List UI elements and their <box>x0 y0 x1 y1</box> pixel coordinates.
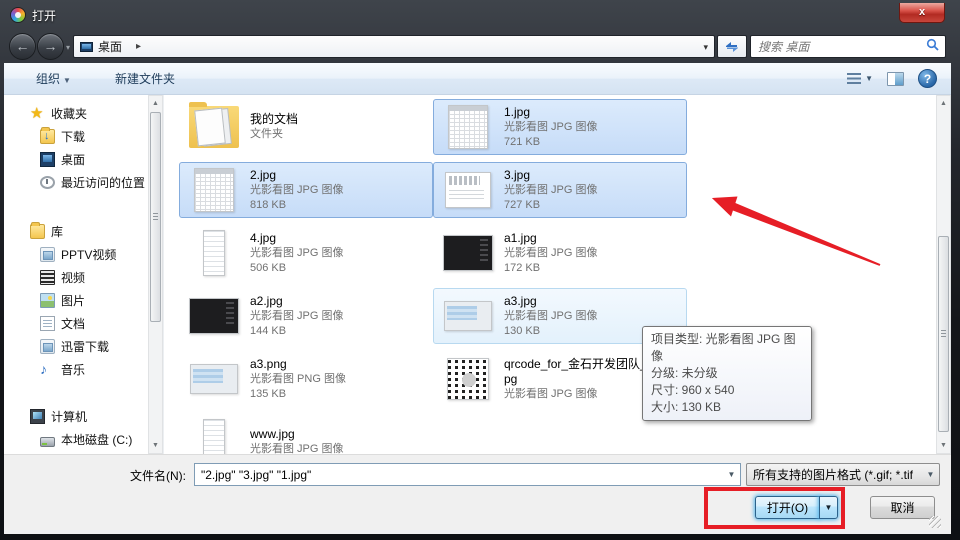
file-list: 我的文档文件夹 1.jpg光影看图 JPG 图像721 KB 2.jpg光影看图… <box>163 95 936 454</box>
desktop-icon <box>40 152 55 167</box>
tooltip-item-type: 项目类型: 光影看图 JPG 图像 <box>651 331 803 365</box>
preview-pane-button[interactable] <box>887 72 904 86</box>
library-icon <box>40 339 55 354</box>
computer-icon <box>30 409 45 424</box>
list-item-4-jpg[interactable]: 4.jpg光影看图 JPG 图像506 KB <box>179 225 433 281</box>
open-split-dropdown[interactable]: ▼ <box>819 496 838 519</box>
list-item-a3-png[interactable]: a3.png光影看图 PNG 图像135 KB <box>179 351 433 407</box>
libraries-icon <box>30 224 45 239</box>
open-button[interactable]: 打开(O) <box>755 496 819 519</box>
change-view-button[interactable]: ▼ <box>847 73 873 84</box>
search-box[interactable] <box>750 35 946 58</box>
music-note-icon: ♪ <box>40 362 55 377</box>
forward-button[interactable]: → <box>37 33 64 60</box>
scroll-up-icon[interactable]: ▲ <box>149 96 162 111</box>
sidebar-item-music[interactable]: ♪音乐 <box>4 358 148 381</box>
search-input[interactable] <box>751 40 926 54</box>
list-item-a2-jpg[interactable]: a2.jpg光影看图 JPG 图像144 KB <box>179 288 433 344</box>
sidebar-item-computer[interactable]: 计算机 <box>4 405 148 428</box>
recent-places-icon <box>40 176 55 189</box>
cancel-button[interactable]: 取消 <box>870 496 935 519</box>
star-icon: ★ <box>30 106 45 121</box>
chevron-down-icon: ▼ <box>922 470 939 479</box>
download-folder-icon <box>40 129 55 144</box>
filename-input[interactable] <box>195 464 723 485</box>
app-icon <box>10 7 26 23</box>
scroll-down-icon[interactable]: ▼ <box>149 438 162 453</box>
list-item-3-jpg[interactable]: 3.jpg光影看图 JPG 图像727 KB <box>433 162 687 218</box>
tooltip-dimensions: 尺寸: 960 x 540 <box>651 382 803 399</box>
command-bar: 组织▼ 新建文件夹 ▼ ? <box>4 63 951 95</box>
image-thumbnail <box>444 301 492 331</box>
video-icon <box>40 270 55 285</box>
address-dropdown-icon[interactable]: ▾ <box>703 42 708 53</box>
new-folder-button[interactable]: 新建文件夹 <box>107 66 183 91</box>
sidebar-item-local-disk-c[interactable]: 本地磁盘 (C:) <box>4 428 148 451</box>
file-list-scrollbar[interactable]: ▲ ▼ <box>936 95 951 454</box>
list-item-my-documents[interactable]: 我的文档文件夹 <box>179 99 433 155</box>
refresh-button[interactable] <box>717 35 747 58</box>
organize-button[interactable]: 组织▼ <box>28 66 79 91</box>
sidebar-item-videos[interactable]: 视频 <box>4 266 148 289</box>
tooltip-size: 大小: 130 KB <box>651 399 803 416</box>
file-info-tooltip: 项目类型: 光影看图 JPG 图像 分级: 未分级 尺寸: 960 x 540 … <box>642 326 812 421</box>
tooltip-rating: 分级: 未分级 <box>651 365 803 382</box>
window-title: 打开 <box>32 7 56 24</box>
disk-drive-icon <box>40 437 55 447</box>
image-thumbnail <box>443 235 493 271</box>
sidebar-item-favorites[interactable]: ★收藏夹 <box>4 102 148 125</box>
scroll-up-icon[interactable]: ▲ <box>937 96 950 111</box>
list-item-1-jpg[interactable]: 1.jpg光影看图 JPG 图像721 KB <box>433 99 687 155</box>
image-thumbnail <box>448 105 488 149</box>
sidebar-item-downloads[interactable]: 下载 <box>4 125 148 148</box>
filename-label: 文件名(N): <box>130 467 186 484</box>
image-thumbnail <box>203 230 225 276</box>
library-icon <box>40 247 55 262</box>
image-thumbnail <box>190 364 238 394</box>
list-item-2-jpg[interactable]: 2.jpg光影看图 JPG 图像818 KB <box>179 162 433 218</box>
filetype-select[interactable]: 所有支持的图片格式 (*.gif; *.tif ▼ <box>746 463 940 486</box>
recent-pages-dropdown-icon[interactable]: ▾ <box>66 43 70 52</box>
list-item-a1-jpg[interactable]: a1.jpg光影看图 JPG 图像172 KB <box>433 225 687 281</box>
resize-grip-icon[interactable] <box>929 516 941 528</box>
sidebar-scrollbar[interactable]: ▲ ▼ <box>148 95 163 454</box>
image-thumbnail <box>445 172 491 208</box>
breadcrumb-location[interactable]: 桌面 <box>98 38 122 55</box>
sidebar-item-documents[interactable]: 文档 <box>4 312 148 335</box>
desktop-icon <box>80 42 93 52</box>
dialog-footer: 文件名(N): ▼ 所有支持的图片格式 (*.gif; *.tif ▼ 打开(O… <box>4 454 951 534</box>
title-bar: 打开 x <box>0 0 960 30</box>
chevron-right-icon[interactable]: ▸ <box>136 41 141 52</box>
sidebar-item-thunder-downloads[interactable]: 迅雷下载 <box>4 335 148 358</box>
sidebar-item-recent-places[interactable]: 最近访问的位置 <box>4 171 148 194</box>
sidebar-item-libraries[interactable]: 库 <box>4 220 148 243</box>
breadcrumb[interactable]: 桌面 ▸ ▾ <box>73 35 715 58</box>
scroll-down-icon[interactable]: ▼ <box>937 438 950 453</box>
sidebar-item-desktop[interactable]: 桌面 <box>4 148 148 171</box>
document-icon <box>40 316 55 331</box>
close-button[interactable]: x <box>899 3 945 23</box>
open-file-dialog: 打开 x ← → ▾ 桌面 ▸ ▾ 组织▼ 新建文件夹 ▼ ? <box>0 0 960 540</box>
image-thumbnail <box>194 168 234 212</box>
search-icon <box>926 38 939 56</box>
scrollbar-thumb[interactable] <box>938 236 949 432</box>
back-button[interactable]: ← <box>9 33 36 60</box>
list-view-icon <box>847 73 861 84</box>
chevron-down-icon: ▼ <box>63 76 71 85</box>
navigation-pane: ★收藏夹 下载 桌面 最近访问的位置 库 PPTV视频 视频 图片 文档 迅雷下… <box>4 95 148 454</box>
folder-thumbnail <box>189 106 239 148</box>
sidebar-item-pictures[interactable]: 图片 <box>4 289 148 312</box>
image-thumbnail <box>189 298 239 334</box>
help-button[interactable]: ? <box>918 69 937 88</box>
filename-combo[interactable]: ▼ <box>194 463 741 486</box>
chevron-down-icon: ▼ <box>865 74 873 83</box>
chevron-down-icon[interactable]: ▼ <box>723 464 740 485</box>
qr-code-thumbnail <box>447 358 489 400</box>
pictures-icon <box>40 293 55 308</box>
refresh-icon <box>725 41 739 53</box>
sidebar-item-pptv-videos[interactable]: PPTV视频 <box>4 243 148 266</box>
scrollbar-thumb[interactable] <box>150 112 161 322</box>
